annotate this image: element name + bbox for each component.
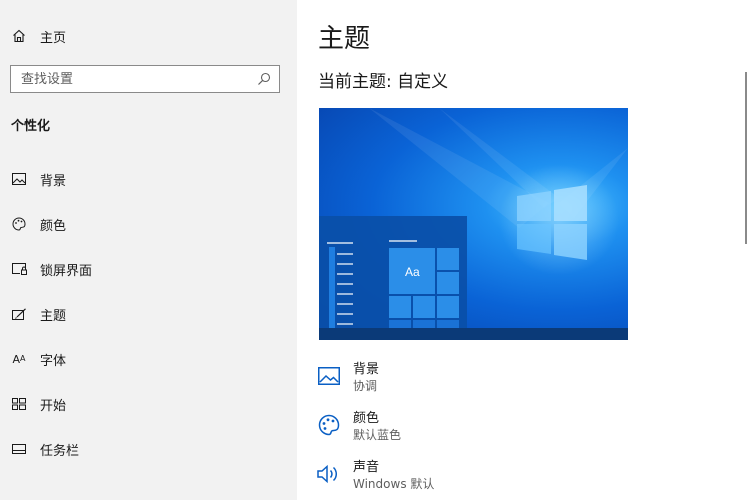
- preview-sample-text: Aa: [405, 265, 420, 279]
- theme-preview-art: Aa: [319, 108, 628, 340]
- setting-color[interactable]: 颜色 默认蓝色: [317, 411, 401, 445]
- search-box[interactable]: [10, 65, 280, 93]
- sidebar-item-fonts[interactable]: AA 字体: [0, 339, 297, 379]
- page-title: 主题: [318, 24, 371, 54]
- picture-icon: [10, 170, 28, 188]
- main-pane: 主题 当前主题: 自定义 Aa 背景 协调 颜色 默认蓝色 声音 Windows…: [297, 0, 750, 500]
- setting-title: 颜色: [353, 411, 380, 426]
- palette-icon: [317, 413, 341, 437]
- start-icon: [10, 395, 28, 413]
- palette-icon: [10, 215, 28, 233]
- speaker-icon: [317, 462, 341, 486]
- setting-title: 声音: [353, 460, 380, 475]
- sidebar-item-label: 开始: [40, 398, 67, 414]
- current-theme-label: 当前主题: 自定义: [318, 72, 449, 92]
- setting-background[interactable]: 背景 协调: [317, 362, 379, 396]
- picture-icon: [317, 364, 341, 388]
- section-heading: 个性化: [11, 119, 51, 134]
- sidebar-item-label: 锁屏界面: [40, 263, 93, 279]
- font-icon: AA: [12, 352, 26, 366]
- taskbar-icon: [10, 440, 28, 458]
- scrollbar[interactable]: [745, 72, 747, 244]
- sidebar-item-label: 主题: [40, 308, 67, 324]
- sidebar-item-lock-screen[interactable]: 锁屏界面: [0, 249, 297, 289]
- setting-value: 默认蓝色: [353, 428, 402, 442]
- sidebar-item-label: 颜色: [40, 218, 67, 234]
- search-input[interactable]: [21, 71, 257, 87]
- setting-title: 背景: [353, 362, 380, 377]
- sidebar-item-background[interactable]: 背景: [0, 159, 297, 199]
- search-icon[interactable]: [257, 72, 271, 86]
- sidebar-item-label: 任务栏: [40, 443, 80, 459]
- setting-sound[interactable]: 声音 Windows 默认: [317, 460, 434, 494]
- lock-screen-icon: [10, 260, 28, 278]
- sidebar: 主页 个性化 背景 颜色 锁屏界面 主题 AA 字体: [0, 0, 297, 500]
- sidebar-item-home[interactable]: 主页: [0, 16, 297, 56]
- sidebar-item-label: 字体: [40, 353, 67, 369]
- sidebar-item-colors[interactable]: 颜色: [0, 204, 297, 244]
- theme-icon: [10, 305, 28, 323]
- setting-value: Windows 默认: [353, 477, 435, 491]
- theme-preview: Aa: [319, 108, 628, 340]
- setting-value: 协调: [353, 379, 378, 393]
- sidebar-item-label: 背景: [40, 173, 67, 189]
- sidebar-item-start[interactable]: 开始: [0, 384, 297, 424]
- home-icon: [10, 27, 28, 45]
- sidebar-item-taskbar[interactable]: 任务栏: [0, 429, 297, 469]
- sidebar-item-themes[interactable]: 主题: [0, 294, 297, 334]
- sidebar-item-label: 主页: [40, 30, 67, 46]
